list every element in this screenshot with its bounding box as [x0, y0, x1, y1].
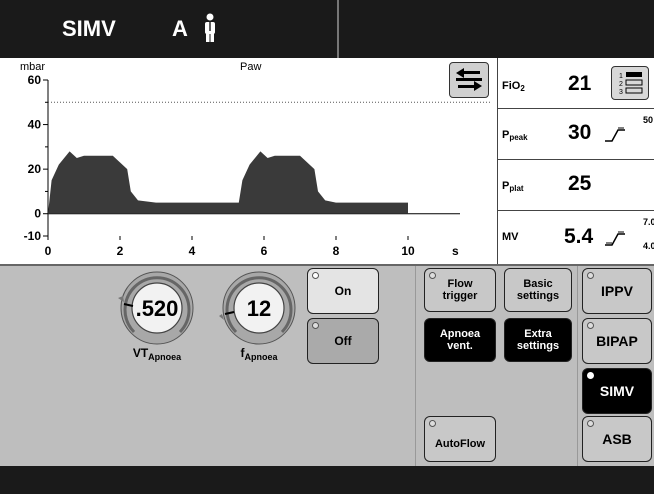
ppeak-row: Ppeak 30 50: [498, 109, 654, 160]
status-led: [429, 272, 436, 279]
basic-settings-button[interactable]: Basic settings: [504, 268, 572, 312]
x-unit-label: s: [452, 244, 459, 258]
y-tick-label: 20: [28, 162, 42, 176]
ippv-label: IPPV: [601, 283, 633, 299]
ippv-mode-button[interactable]: IPPV: [582, 268, 652, 314]
settings-divider: [415, 266, 416, 466]
status-led: [587, 272, 594, 279]
alarm-limit-icon: [605, 127, 625, 142]
svg-text:2: 2: [619, 81, 623, 88]
status-led: [312, 272, 319, 279]
svg-text:1: 1: [619, 73, 623, 80]
x-tick-label: 2: [117, 244, 124, 258]
f-apnoea-value: 12: [247, 296, 271, 321]
fio2-label: FiO2: [502, 80, 525, 93]
asb-mode-button[interactable]: ASB: [582, 416, 652, 462]
simv-label: SIMV: [599, 383, 635, 399]
asb-label: ASB: [602, 431, 632, 447]
mv-label: MV: [502, 231, 519, 243]
pplat-label: Pplat: [502, 180, 524, 193]
list-icon: 1 2 3: [619, 72, 643, 96]
status-led: [587, 372, 594, 379]
adult-person-icon: [205, 13, 215, 42]
f-apnoea-knob[interactable]: 12: [216, 270, 302, 348]
vt-apnoea-value: .520: [136, 296, 179, 321]
pplat-value: 25: [568, 172, 592, 195]
bipap-label: BIPAP: [596, 333, 638, 349]
status-led: [312, 322, 319, 329]
flow-trigger-button[interactable]: Flow trigger: [424, 268, 496, 312]
flow-trigger-label-2: trigger: [442, 290, 478, 302]
status-led: [587, 322, 594, 329]
alarm-limits-icon: [605, 231, 625, 246]
apnoea-vent-label-1: Apnoea: [439, 328, 481, 340]
settings-divider: [577, 266, 578, 466]
ppeak-label: Ppeak: [502, 129, 528, 142]
basic-settings-label-2: settings: [516, 290, 560, 302]
apnoea-vent-button[interactable]: Apnoea vent.: [424, 318, 496, 362]
mode-title: SIMV: [62, 16, 116, 41]
off-label: Off: [334, 334, 352, 348]
apnoea-vent-label-2: vent.: [447, 340, 473, 352]
apnoea-off-button[interactable]: Off: [307, 318, 379, 364]
f-apnoea-label: fApnoea: [240, 346, 278, 362]
ppeak-upper-limit: 50: [643, 115, 654, 125]
chart-title: Paw: [240, 61, 261, 73]
extra-settings-label-2: settings: [516, 340, 560, 352]
pressure-curve-chart: 6040200-100 2 4 6 8 10 mbar Paw s: [20, 61, 490, 258]
mv-lower-limit: 4.0: [643, 241, 654, 251]
x-tick-label: 4: [189, 244, 196, 258]
pressure-curve-area: [48, 151, 408, 214]
on-label: On: [334, 284, 352, 298]
vt-apnoea-knob[interactable]: .520: [114, 270, 200, 348]
simv-mode-button[interactable]: SIMV: [582, 368, 652, 414]
top-bar-divider: [337, 0, 339, 58]
apnoea-on-button[interactable]: On: [307, 268, 379, 314]
freeze-arrows-icon: [456, 68, 482, 91]
autoflow-button[interactable]: AutoFlow: [424, 416, 496, 462]
x-tick-label: 6: [261, 244, 268, 258]
y-tick-label: 0: [34, 207, 41, 221]
autoflow-label: AutoFlow: [434, 438, 486, 450]
status-led: [587, 420, 594, 427]
bipap-mode-button[interactable]: BIPAP: [582, 318, 652, 364]
bottom-bar: [0, 466, 654, 494]
extra-settings-label-1: Extra: [524, 328, 552, 340]
x-tick-label: 10: [401, 244, 415, 258]
freeze-curve-button[interactable]: [449, 62, 489, 98]
mv-upper-limit: 7.0: [643, 217, 654, 227]
mv-value: 5.4: [564, 225, 594, 248]
fio2-value: 21: [568, 72, 592, 95]
ppeak-value: 30: [568, 121, 592, 144]
patient-type-label: A: [172, 16, 188, 41]
y-tick-label: 60: [28, 73, 42, 87]
basic-settings-label-1: Basic: [523, 278, 553, 290]
x-tick-label: 8: [333, 244, 340, 258]
alarm-list-button[interactable]: 1 2 3: [611, 66, 649, 100]
y-unit-label: mbar: [20, 61, 45, 73]
flow-trigger-label-1: Flow: [447, 278, 473, 290]
status-led: [429, 420, 436, 427]
pplat-row: Pplat 25: [498, 160, 654, 211]
x-tick-label: 0: [45, 244, 52, 258]
svg-text:3: 3: [619, 89, 623, 96]
y-tick-label: 40: [28, 118, 42, 132]
extra-settings-button[interactable]: Extra settings: [504, 318, 572, 362]
y-tick-label: -10: [24, 229, 42, 243]
vt-apnoea-label: VTApnoea: [132, 346, 182, 362]
mv-row: MV 5.4 7.0 4.0: [498, 211, 654, 262]
